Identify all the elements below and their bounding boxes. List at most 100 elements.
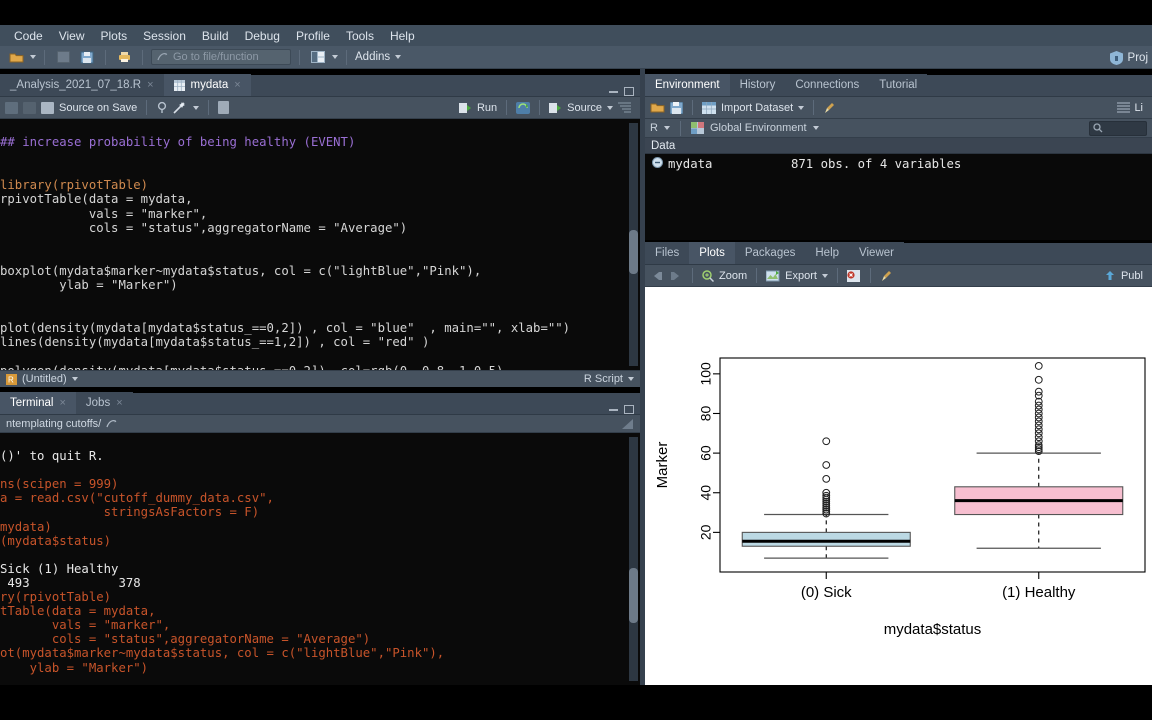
- export-chevron-down-icon[interactable]: [821, 273, 828, 278]
- remove-plot-icon[interactable]: [846, 269, 861, 282]
- compile-report-icon[interactable]: [218, 101, 230, 114]
- boxplot-chart: 20 40 60 80 100 Marker (0) Sick (1) Healthy myda…: [654, 357, 1146, 638]
- code-line-lines-density: lines(density(mydata[mydata$status_==1,2…: [0, 335, 430, 350]
- plots-divider-3: [836, 268, 838, 283]
- spellcheck-icon[interactable]: [156, 101, 168, 114]
- console-path-label: ntemplating cutoffs/: [6, 417, 102, 430]
- new-file-button[interactable]: [6, 49, 26, 66]
- workspace-panes-button[interactable]: [308, 49, 328, 66]
- menu-item-code[interactable]: Code: [6, 27, 51, 45]
- save-workspace-icon[interactable]: [670, 101, 683, 114]
- project-selector[interactable]: Proj: [1109, 46, 1152, 69]
- tab-help[interactable]: Help: [805, 242, 850, 264]
- console-scrollbar-thumb[interactable]: [629, 568, 638, 623]
- menu-item-help[interactable]: Help: [382, 27, 423, 45]
- language-chevron-down-icon[interactable]: [663, 126, 670, 130]
- source-divider-4: [539, 100, 541, 115]
- console-tab-terminal[interactable]: Terminal ×: [0, 392, 76, 414]
- close-icon[interactable]: ×: [59, 397, 65, 409]
- table-row[interactable]: mydata 871 obs. of 4 variables: [645, 154, 1152, 173]
- minimize-icon[interactable]: [609, 90, 618, 93]
- tab-tutorial[interactable]: Tutorial: [869, 74, 928, 96]
- menu-item-plots[interactable]: Plots: [92, 27, 135, 45]
- source-tab-mydata[interactable]: mydata ×: [163, 74, 251, 96]
- list-view-icon[interactable]: [1117, 102, 1131, 113]
- console-working-directory[interactable]: ntemplating cutoffs/: [0, 415, 640, 433]
- menu-item-profile[interactable]: Profile: [288, 27, 338, 45]
- source-on-save-checkbox[interactable]: [41, 101, 54, 114]
- next-plot-icon[interactable]: [669, 270, 683, 282]
- previous-plot-icon[interactable]: [650, 270, 664, 282]
- rerun-icon[interactable]: [516, 101, 531, 114]
- resize-handle-icon[interactable]: [621, 418, 634, 430]
- menu-item-session[interactable]: Session: [135, 27, 194, 45]
- console-output[interactable]: ()' to quit R. ns(scipen = 999) a = read…: [0, 433, 640, 685]
- r-script-icon: R: [6, 373, 17, 385]
- clear-broom-icon[interactable]: [823, 102, 837, 114]
- back-arrow-icon[interactable]: [5, 101, 18, 114]
- clear-all-plots-broom-icon[interactable]: [880, 270, 894, 282]
- close-icon[interactable]: ×: [147, 79, 153, 91]
- environment-chevron-down-icon[interactable]: [812, 126, 819, 130]
- open-file-button[interactable]: [53, 49, 73, 66]
- import-chevron-down-icon[interactable]: [798, 105, 805, 110]
- console-scrollbar-track[interactable]: [629, 437, 638, 681]
- menu-item-build[interactable]: Build: [194, 27, 237, 45]
- forward-arrow-icon[interactable]: [23, 101, 36, 114]
- tab-connections[interactable]: Connections: [785, 74, 870, 96]
- console-tab-jobs[interactable]: Jobs ×: [75, 392, 133, 414]
- minimize-icon[interactable]: [609, 408, 618, 411]
- source-tab-analysis-script[interactable]: _Analysis_2021_07_18.R ×: [0, 74, 164, 96]
- magic-wand-icon[interactable]: [173, 101, 188, 114]
- code-line-boxplot-1: boxplot(mydata$marker~mydata$status, col…: [0, 263, 482, 278]
- goto-file-function-input[interactable]: Go to file/function: [151, 49, 291, 65]
- source-code-area[interactable]: ## increase probability of being healthy…: [0, 119, 640, 370]
- menu-item-debug[interactable]: Debug: [237, 27, 288, 45]
- import-dataset-button[interactable]: Import Dataset: [721, 102, 793, 114]
- zoom-button[interactable]: Zoom: [719, 270, 747, 282]
- tab-packages[interactable]: Packages: [734, 242, 806, 264]
- tab-environment[interactable]: Environment: [645, 74, 730, 96]
- maximize-icon[interactable]: [624, 87, 634, 96]
- maximize-icon[interactable]: [624, 405, 634, 414]
- new-file-chevron-down-icon[interactable]: [30, 55, 36, 59]
- publish-button[interactable]: Publ: [1103, 270, 1147, 282]
- export-button[interactable]: Export: [785, 270, 817, 282]
- expand-object-icon[interactable]: [652, 156, 663, 171]
- close-icon[interactable]: ×: [116, 397, 122, 409]
- save-button[interactable]: [77, 49, 97, 66]
- print-button[interactable]: [114, 49, 134, 66]
- global-environment-selector[interactable]: Global Environment: [710, 122, 807, 134]
- plots-panel: Files Plots Packages Help Viewer Zoom Ex…: [645, 242, 1152, 685]
- source-chevron-down-icon[interactable]: [607, 105, 613, 110]
- panes-chevron-down-icon[interactable]: [332, 55, 338, 59]
- source-scrollbar-thumb[interactable]: [629, 230, 638, 274]
- menu-item-view[interactable]: View: [51, 27, 93, 45]
- run-button[interactable]: Run: [477, 102, 497, 114]
- status-file-chevron-down-icon[interactable]: [71, 377, 78, 381]
- source-divider-3: [506, 100, 508, 115]
- tab-files[interactable]: Files: [645, 242, 690, 264]
- environment-language-selector[interactable]: R: [650, 122, 658, 134]
- env-divider-2: [813, 100, 815, 115]
- open-in-window-icon[interactable]: [106, 419, 117, 429]
- source-button[interactable]: Source: [567, 102, 602, 114]
- svg-text:(1) Healthy: (1) Healthy: [1002, 584, 1076, 601]
- addins-button[interactable]: Addins: [355, 51, 402, 63]
- close-icon[interactable]: ×: [234, 79, 240, 91]
- publish-icon: [1105, 270, 1114, 280]
- status-type-chevron-down-icon[interactable]: [628, 377, 634, 381]
- outline-icon[interactable]: [618, 102, 631, 113]
- tab-history[interactable]: History: [729, 74, 786, 96]
- environment-object-list[interactable]: mydata 871 obs. of 4 variables: [645, 154, 1152, 240]
- source-icon: [549, 102, 562, 113]
- environment-object-name: mydata: [668, 156, 713, 171]
- open-workspace-icon[interactable]: [650, 101, 665, 114]
- source-tab-label: _Analysis_2021_07_18.R: [10, 79, 142, 91]
- wand-chevron-down-icon[interactable]: [193, 105, 200, 110]
- tab-plots[interactable]: Plots: [689, 242, 735, 264]
- tab-viewer[interactable]: Viewer: [849, 242, 904, 264]
- environment-search-input[interactable]: [1089, 120, 1147, 136]
- menu-item-tools[interactable]: Tools: [338, 27, 382, 45]
- plot-canvas[interactable]: 20 40 60 80 100 Marker (0) Sick (1) Healthy myda…: [645, 287, 1152, 685]
